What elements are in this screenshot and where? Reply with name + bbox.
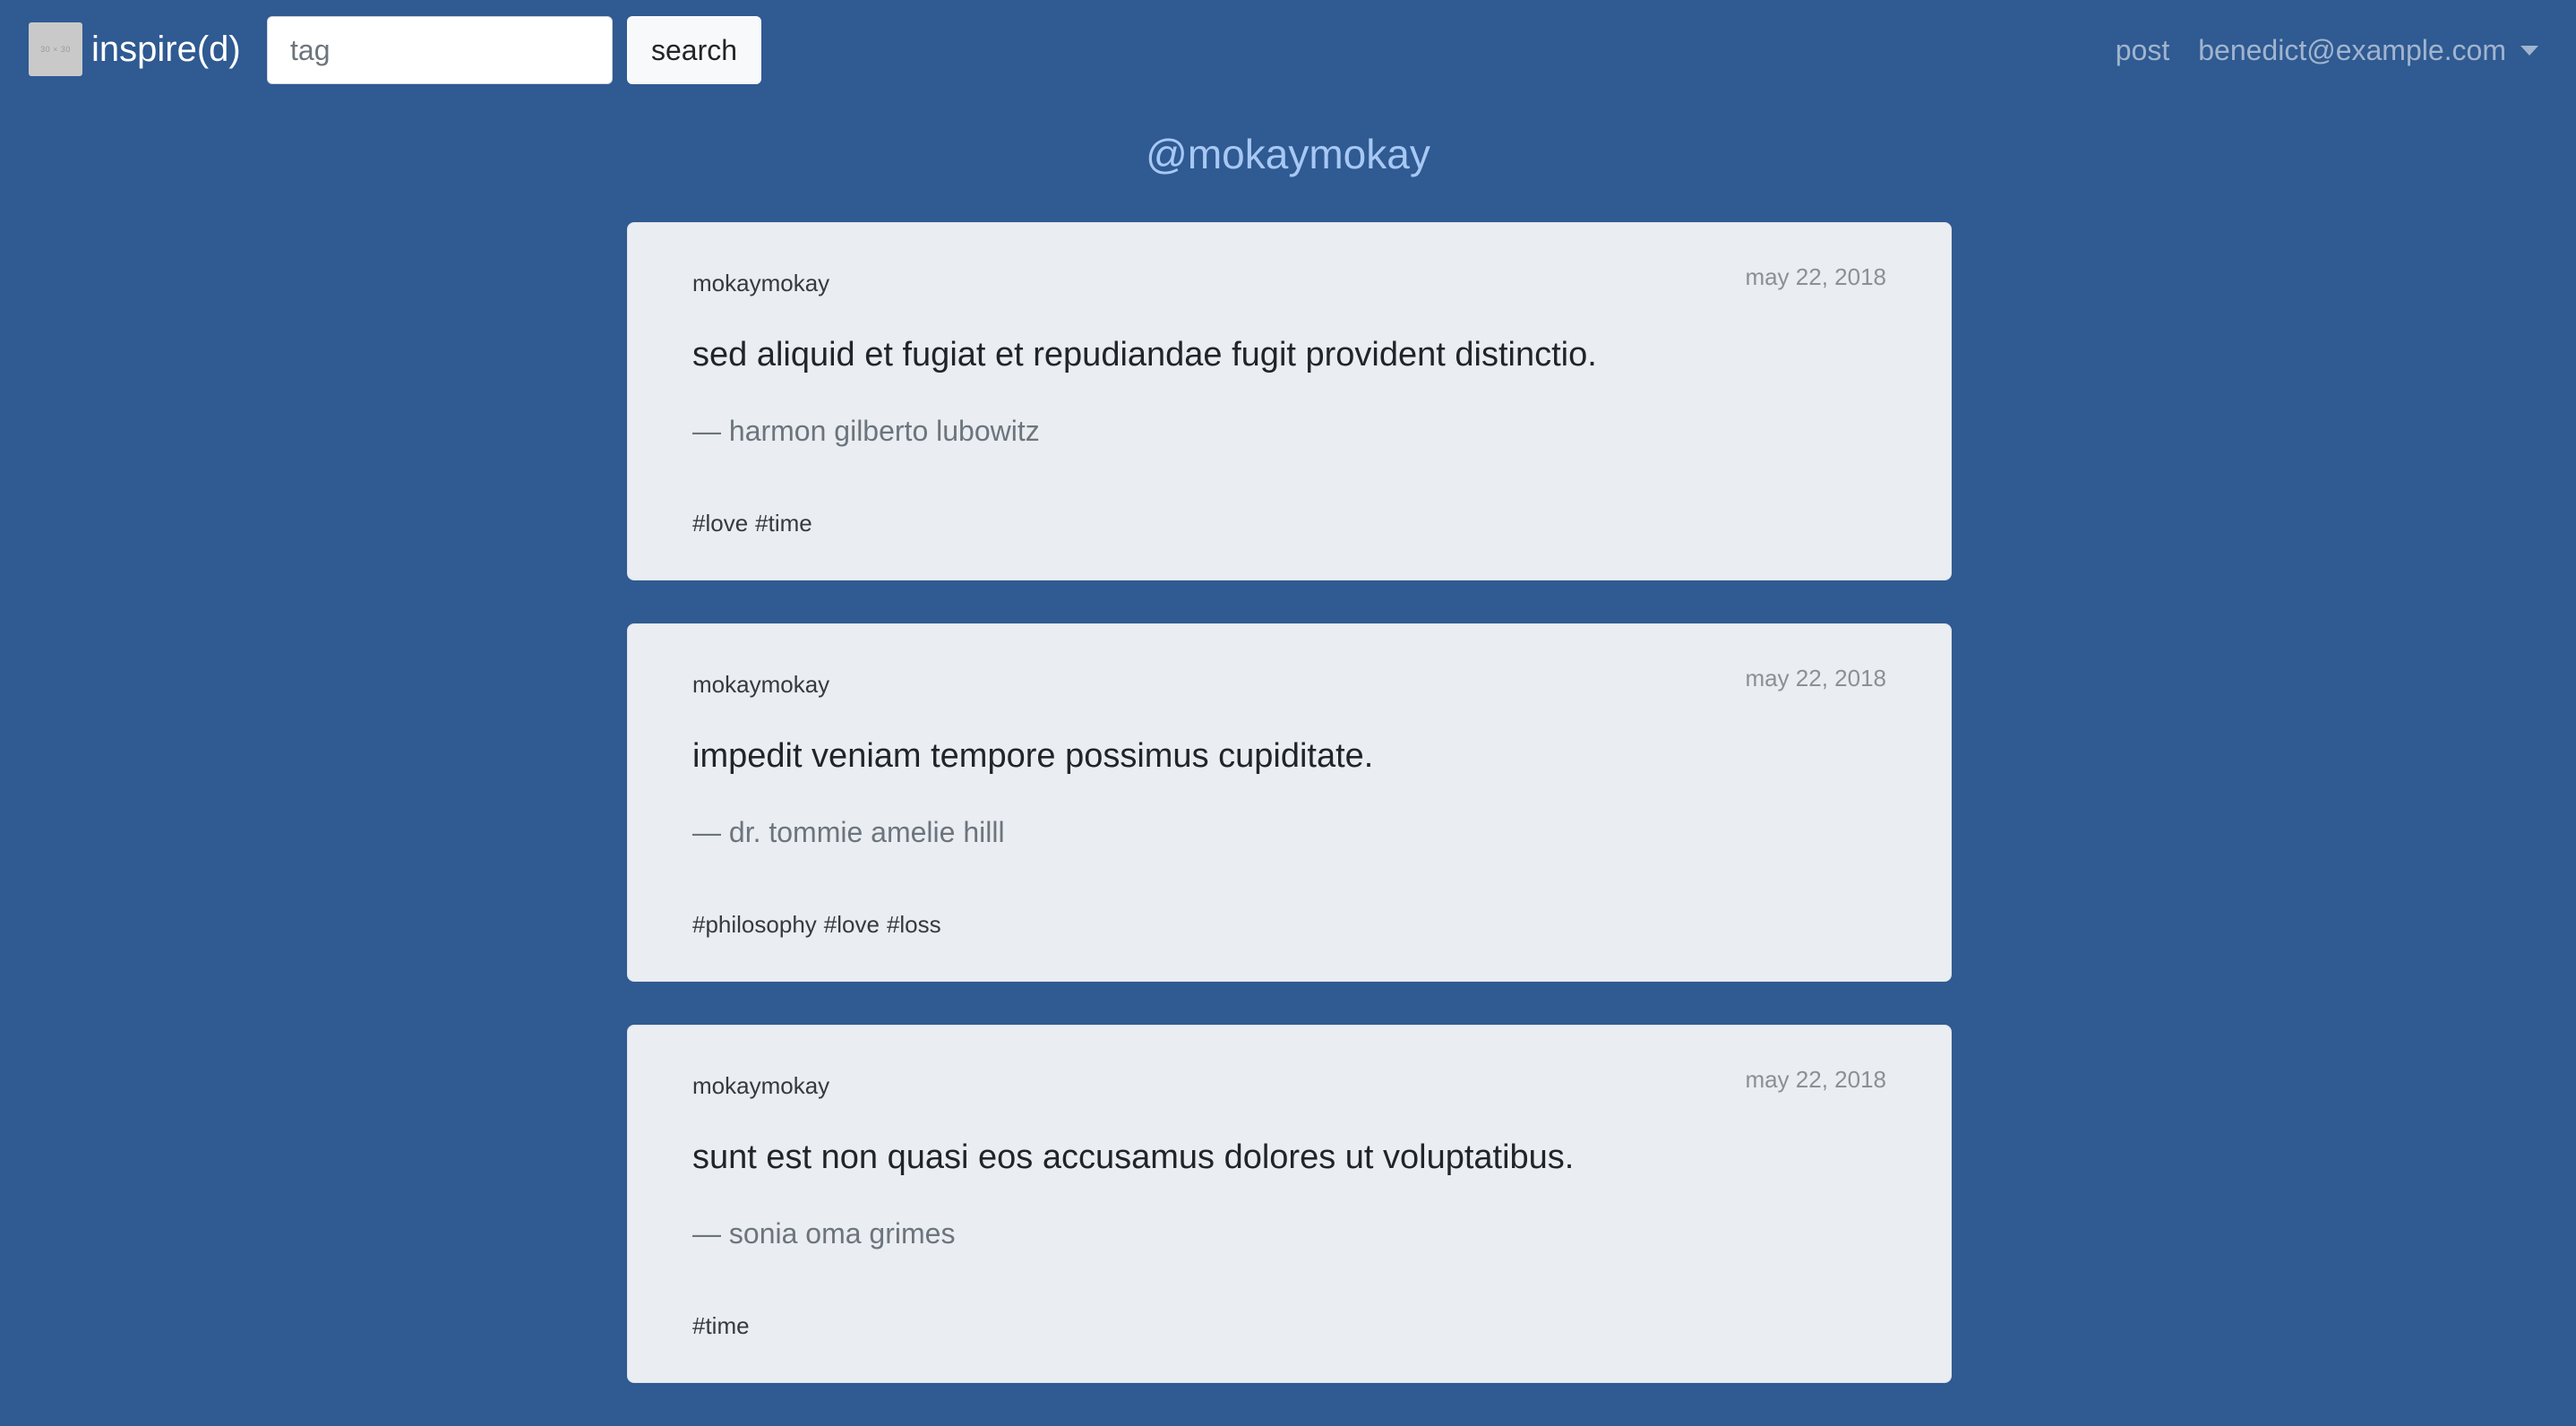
brand-logo-placeholder-text: 30 × 30 (40, 45, 71, 54)
tag-link[interactable]: #time (692, 1312, 750, 1339)
user-email: benedict@example.com (2198, 33, 2506, 66)
post-date: may 22, 2018 (1745, 263, 1886, 290)
post-card: mokaymokay may 22, 2018 impedit veniam t… (627, 623, 1952, 982)
post-author-link[interactable]: mokaymokay (692, 270, 829, 297)
user-menu-dropdown[interactable]: benedict@example.com (2198, 34, 2538, 67)
post-author-link[interactable]: mokaymokay (692, 1072, 829, 1100)
post-quote: sunt est non quasi eos accusamus dolores… (692, 1138, 1575, 1176)
brand-name: inspire(d) (91, 30, 241, 69)
page-title: @mokaymokay (1146, 131, 1430, 177)
post-date: may 22, 2018 (1745, 665, 1886, 692)
post-feed: mokaymokay may 22, 2018 sed aliquid et f… (627, 222, 1952, 1426)
navbar: 30 × 30 inspire(d) search post benedict@… (0, 0, 2576, 100)
brand-link[interactable]: 30 × 30 inspire(d) (29, 22, 241, 76)
search-button[interactable]: search (627, 16, 761, 84)
tag-search-input[interactable] (267, 16, 613, 84)
post-attribution: — dr. tommie amelie hilll (692, 816, 1005, 848)
post-card: mokaymokay may 22, 2018 sunt est non qua… (627, 1025, 1952, 1383)
nav-right: post benedict@example.com (2116, 25, 2538, 75)
post-tags: #philosophy #love #loss (692, 911, 941, 939)
tag-link[interactable]: #loss (887, 911, 941, 938)
post-author-link[interactable]: mokaymokay (692, 671, 829, 699)
tag-link[interactable]: #time (755, 510, 812, 537)
post-tags: #love #time (692, 510, 812, 537)
post-card: mokaymokay may 22, 2018 sed aliquid et f… (627, 222, 1952, 580)
brand-logo: 30 × 30 (29, 22, 82, 76)
post-attribution: — harmon gilberto lubowitz (692, 415, 1040, 447)
post-date: may 22, 2018 (1745, 1066, 1886, 1093)
post-tags: #time (692, 1312, 750, 1340)
tag-link[interactable]: #love (692, 510, 748, 537)
post-link[interactable]: post (2116, 34, 2169, 67)
tag-link[interactable]: #philosophy (692, 911, 817, 938)
chevron-down-icon (2520, 45, 2538, 56)
tag-link[interactable]: #love (824, 911, 880, 938)
post-attribution: — sonia oma grimes (692, 1217, 956, 1250)
post-quote: sed aliquid et fugiat et repudiandae fug… (692, 336, 1597, 374)
post-quote: impedit veniam tempore possimus cupidita… (692, 737, 1374, 775)
